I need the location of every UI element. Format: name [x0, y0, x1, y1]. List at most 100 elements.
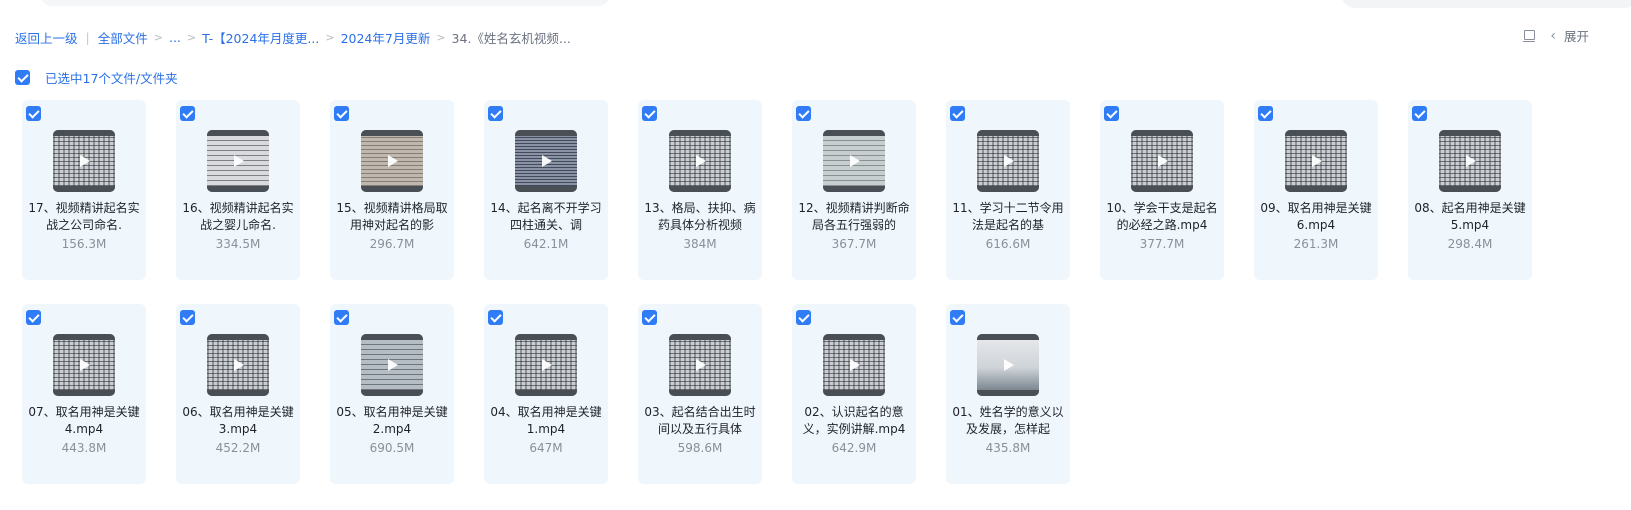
play-icon — [1004, 155, 1014, 167]
file-name: 03、起名结合出生时间以及五行具体 — [644, 405, 756, 436]
video-thumbnail-icon — [515, 334, 577, 396]
file-size: 642.9M — [831, 441, 877, 455]
expand-label: 展开 — [1563, 29, 1589, 44]
video-thumbnail-icon — [53, 334, 115, 396]
file-name: 15、视频精讲格局取用神对起名的影 — [336, 201, 448, 232]
file-name: 01、姓名学的意义以及发展，怎样起 — [952, 405, 1064, 436]
video-thumbnail-icon — [823, 130, 885, 192]
file-size: 647M — [529, 441, 563, 455]
file-size: 690.5M — [369, 441, 415, 455]
file-size: 452.2M — [215, 441, 261, 455]
file-name: 06、取名用神是关键3.mp4 — [182, 405, 294, 436]
file-card[interactable]: 08、起名用神是关键5.mp4 298.4M — [1408, 100, 1532, 280]
file-size: 642.1M — [523, 237, 569, 251]
play-icon — [542, 359, 552, 371]
file-name: 09、取名用神是关键6.mp4 — [1260, 201, 1372, 232]
file-card[interactable]: 06、取名用神是关键3.mp4 452.2M — [176, 304, 300, 484]
breadcrumb-item-july[interactable]: 2024年7月更新 — [341, 28, 431, 47]
play-icon — [542, 155, 552, 167]
play-icon — [388, 359, 398, 371]
select-all-checkbox[interactable] — [15, 70, 30, 85]
file-checkbox[interactable] — [642, 310, 657, 325]
play-icon — [234, 155, 244, 167]
file-checkbox[interactable] — [26, 106, 41, 121]
file-size: 261.3M — [1293, 237, 1339, 251]
back-link[interactable]: 返回上一级 — [15, 28, 78, 47]
play-icon — [1466, 155, 1476, 167]
file-card[interactable]: 07、取名用神是关键4.mp4 443.8M — [22, 304, 146, 484]
file-size: 435.8M — [985, 441, 1031, 455]
file-card[interactable]: 10、学会干支是起名的必经之路.mp4 377.7M — [1100, 100, 1224, 280]
play-icon — [696, 155, 706, 167]
video-thumbnail-icon — [823, 334, 885, 396]
selection-count: 已选中17个文件/文件夹 — [45, 71, 178, 86]
play-icon — [234, 359, 244, 371]
file-card[interactable]: 01、姓名学的意义以及发展，怎样起 435.8M — [946, 304, 1070, 484]
play-icon — [388, 155, 398, 167]
chevron-right-icon: > — [436, 30, 446, 44]
file-checkbox[interactable] — [796, 106, 811, 121]
file-card[interactable]: 14、起名离不开学习四柱通关、调 642.1M — [484, 100, 608, 280]
play-icon — [1158, 155, 1168, 167]
file-checkbox[interactable] — [1258, 106, 1273, 121]
file-size: 156.3M — [61, 237, 107, 251]
play-icon — [850, 155, 860, 167]
file-size: 334.5M — [215, 237, 261, 251]
chevron-left-icon: ‹ — [1550, 27, 1556, 44]
file-size: 384M — [683, 237, 717, 251]
video-thumbnail-icon — [53, 130, 115, 192]
file-card[interactable]: 16、视频精讲起名实战之婴儿命名. 334.5M — [176, 100, 300, 280]
file-checkbox[interactable] — [180, 310, 195, 325]
file-checkbox[interactable] — [26, 310, 41, 325]
file-size: 367.7M — [831, 237, 877, 251]
video-thumbnail-icon — [361, 130, 423, 192]
file-checkbox[interactable] — [950, 310, 965, 325]
file-card[interactable]: 12、视频精讲判断命局各五行强弱的 367.7M — [792, 100, 916, 280]
chevron-right-icon: > — [153, 30, 163, 44]
file-checkbox[interactable] — [1104, 106, 1119, 121]
play-icon — [80, 155, 90, 167]
video-thumbnail-icon — [669, 334, 731, 396]
chevron-right-icon: > — [325, 30, 335, 44]
file-size: 616.6M — [985, 237, 1031, 251]
video-thumbnail-icon — [977, 130, 1039, 192]
breadcrumb-item-ellipsis[interactable]: ... — [169, 30, 181, 45]
video-thumbnail-icon — [977, 334, 1039, 396]
file-name: 07、取名用神是关键4.mp4 — [28, 405, 140, 436]
file-size: 296.7M — [369, 237, 415, 251]
file-name: 16、视频精讲起名实战之婴儿命名. — [182, 201, 294, 232]
file-name: 12、视频精讲判断命局各五行强弱的 — [798, 201, 910, 232]
video-thumbnail-icon — [1131, 130, 1193, 192]
file-card[interactable]: 11、学习十二节令用法是起名的基 616.6M — [946, 100, 1070, 280]
file-card[interactable]: 03、起名结合出生时间以及五行具体 598.6M — [638, 304, 762, 484]
file-card[interactable]: 17、视频精讲起名实战之公司命名. 156.3M — [22, 100, 146, 280]
file-checkbox[interactable] — [334, 310, 349, 325]
file-name: 04、取名用神是关键1.mp4 — [490, 405, 602, 436]
file-checkbox[interactable] — [488, 106, 503, 121]
file-checkbox[interactable] — [642, 106, 657, 121]
file-checkbox[interactable] — [180, 106, 195, 121]
top-toolbar-edge — [40, 0, 610, 6]
file-card[interactable]: 13、格局、扶抑、病药具体分析视频 384M — [638, 100, 762, 280]
file-card[interactable]: 04、取名用神是关键1.mp4 647M — [484, 304, 608, 484]
file-name: 10、学会干支是起名的必经之路.mp4 — [1106, 201, 1218, 232]
expand-button[interactable]: ‹ 展开 — [1550, 26, 1589, 45]
play-icon — [1004, 359, 1014, 371]
file-checkbox[interactable] — [488, 310, 503, 325]
breadcrumb: 返回上一级 | 全部文件 > ... > T-【2024年月度更... > 20… — [15, 27, 571, 47]
file-checkbox[interactable] — [1412, 106, 1427, 121]
file-name: 11、学习十二节令用法是起名的基 — [952, 201, 1064, 232]
breadcrumb-item-monthly[interactable]: T-【2024年月度更... — [202, 28, 319, 47]
file-card[interactable]: 15、视频精讲格局取用神对起名的影 296.7M — [330, 100, 454, 280]
file-checkbox[interactable] — [334, 106, 349, 121]
file-size: 377.7M — [1139, 237, 1185, 251]
search-box-edge[interactable] — [1340, 0, 1631, 8]
file-checkbox[interactable] — [796, 310, 811, 325]
file-card[interactable]: 02、认识起名的意义，实例讲解.mp4 642.9M — [792, 304, 916, 484]
file-checkbox[interactable] — [950, 106, 965, 121]
breadcrumb-item-all-files[interactable]: 全部文件 — [98, 28, 148, 47]
file-card[interactable]: 05、取名用神是关键2.mp4 690.5M — [330, 304, 454, 484]
view-mode-icon[interactable] — [1522, 29, 1536, 43]
video-thumbnail-icon — [361, 334, 423, 396]
file-card[interactable]: 09、取名用神是关键6.mp4 261.3M — [1254, 100, 1378, 280]
